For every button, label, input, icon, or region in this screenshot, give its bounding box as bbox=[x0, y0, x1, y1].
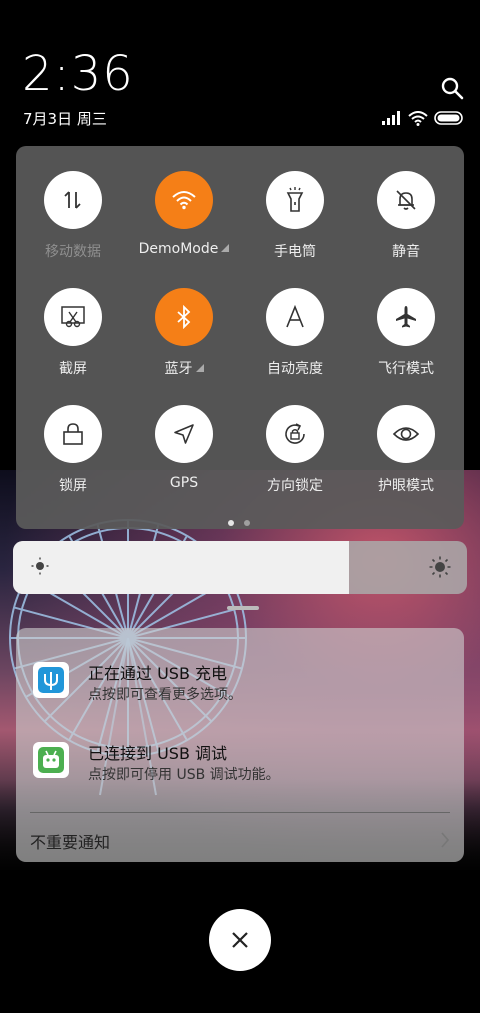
tile-rotation-lock[interactable]: 方向锁定 bbox=[239, 380, 351, 494]
clock-time: 2:36 bbox=[22, 46, 134, 102]
mobile-data-icon bbox=[64, 191, 81, 209]
divider bbox=[30, 812, 450, 813]
tile-airplane[interactable]: 飞行模式 bbox=[350, 263, 462, 377]
tile-lock-screen[interactable]: 锁屏 bbox=[17, 380, 129, 494]
tile-circle bbox=[155, 288, 213, 346]
tile-label: 飞行模式 bbox=[378, 361, 434, 377]
tile-circle bbox=[155, 405, 213, 463]
caret-icon bbox=[195, 364, 204, 372]
tile-label: 护眼模式 bbox=[378, 478, 434, 494]
brightness-high-icon bbox=[429, 556, 451, 578]
notification-group: 正在通过 USB 充电 点按即可查看更多选项。 已连接到 USB 调试 点按即可… bbox=[16, 628, 464, 862]
clear-all-button[interactable] bbox=[209, 909, 271, 971]
tile-circle bbox=[44, 405, 102, 463]
tile-label: DemoMode bbox=[128, 241, 240, 257]
tile-gps[interactable]: GPS bbox=[128, 380, 240, 491]
screenshot-icon bbox=[61, 306, 85, 328]
flashlight-icon bbox=[286, 187, 304, 212]
brightness-low-icon bbox=[31, 557, 49, 575]
wifi-icon bbox=[172, 191, 196, 210]
eye-icon bbox=[392, 427, 420, 441]
tile-label: 静音 bbox=[392, 244, 420, 260]
tile-label: GPS bbox=[169, 475, 199, 491]
chevron-right-icon bbox=[441, 832, 450, 848]
drag-handle[interactable] bbox=[227, 606, 259, 610]
rotation-lock-icon bbox=[285, 423, 305, 444]
tile-label: 锁屏 bbox=[59, 478, 87, 494]
tile-auto-brightness[interactable]: 自动亮度 bbox=[239, 263, 351, 377]
tile-mobile-data[interactable]: 移动数据 bbox=[17, 146, 129, 260]
notification-body: 点按即可查看更多选项。 bbox=[88, 687, 242, 703]
android-debug-icon bbox=[38, 747, 64, 773]
tile-label: 自动亮度 bbox=[267, 361, 323, 377]
tile-circle bbox=[377, 405, 435, 463]
app-icon bbox=[33, 662, 69, 698]
tile-label: 手电筒 bbox=[274, 244, 316, 260]
unimportant-notifications-link[interactable]: 不重要通知 bbox=[30, 829, 110, 853]
tile-label: 截屏 bbox=[59, 361, 87, 377]
date-label: 7月3日 周三 bbox=[23, 110, 107, 128]
tile-mute[interactable]: 静音 bbox=[350, 146, 462, 260]
caret-icon bbox=[221, 244, 230, 252]
notification-body: 点按即可停用 USB 调试功能。 bbox=[88, 767, 280, 783]
page-indicator bbox=[228, 520, 250, 526]
bluetooth-icon bbox=[177, 305, 191, 329]
tile-circle bbox=[377, 171, 435, 229]
usb-icon bbox=[38, 667, 64, 693]
mute-bell-icon bbox=[396, 190, 416, 210]
brightness-fill bbox=[13, 541, 349, 594]
signal-icon bbox=[382, 111, 400, 125]
notification-usb-charging[interactable]: 正在通过 USB 充电 点按即可查看更多选项。 bbox=[16, 658, 464, 714]
tile-bluetooth[interactable]: 蓝牙 bbox=[128, 263, 240, 377]
search-icon[interactable] bbox=[440, 76, 464, 100]
tile-circle bbox=[266, 288, 324, 346]
notification-title: 正在通过 USB 充电 bbox=[88, 664, 228, 683]
status-bar-icons bbox=[382, 110, 464, 126]
tile-eye-care[interactable]: 护眼模式 bbox=[350, 380, 462, 494]
tile-flashlight[interactable]: 手电筒 bbox=[239, 146, 351, 260]
brightness-slider[interactable] bbox=[13, 541, 467, 594]
close-icon bbox=[232, 932, 248, 948]
tile-label: 方向锁定 bbox=[267, 478, 323, 494]
tile-circle bbox=[44, 288, 102, 346]
auto-brightness-icon bbox=[286, 305, 304, 328]
tile-circle bbox=[377, 288, 435, 346]
page-dot bbox=[244, 520, 250, 526]
page-dot-active bbox=[228, 520, 234, 526]
tile-circle bbox=[266, 405, 324, 463]
tile-circle bbox=[266, 171, 324, 229]
tile-label: 移动数据 bbox=[45, 244, 101, 260]
app-icon bbox=[33, 742, 69, 778]
tile-screenshot[interactable]: 截屏 bbox=[17, 263, 129, 377]
quick-settings-panel: 移动数据 DemoMode 手电筒 静音 截屏 蓝牙 自动亮度 飞行模式 锁屏 … bbox=[16, 146, 464, 529]
gps-icon bbox=[174, 424, 194, 444]
tile-circle bbox=[44, 171, 102, 229]
lock-icon bbox=[63, 423, 83, 445]
tile-label: 蓝牙 bbox=[128, 358, 240, 378]
notification-title: 已连接到 USB 调试 bbox=[88, 744, 228, 763]
notification-usb-debugging[interactable]: 已连接到 USB 调试 点按即可停用 USB 调试功能。 bbox=[16, 738, 464, 794]
battery-icon bbox=[434, 111, 463, 125]
tile-circle bbox=[155, 171, 213, 229]
airplane-icon bbox=[396, 306, 416, 328]
tile-wifi[interactable]: DemoMode bbox=[128, 146, 240, 257]
wifi-status-icon bbox=[408, 110, 428, 126]
